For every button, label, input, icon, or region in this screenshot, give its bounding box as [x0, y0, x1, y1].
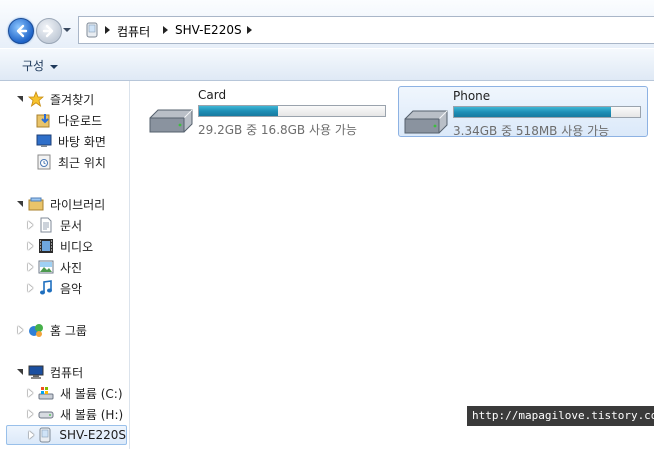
nav-item-pictures[interactable]: 사진	[26, 257, 82, 277]
homegroup-icon	[29, 324, 43, 337]
expand-arrow-icon[interactable]	[27, 430, 35, 440]
address-input[interactable]: 컴퓨터 SHV-E220S	[78, 16, 654, 44]
back-button[interactable]	[8, 18, 34, 44]
drive-usage-bar	[453, 106, 641, 118]
drive-space-info: 29.2GB 중 16.8GB 사용 가능	[198, 123, 357, 137]
nav-item-documents[interactable]: 문서	[26, 215, 82, 235]
recent-places-icon	[37, 154, 51, 170]
document-icon	[40, 217, 52, 233]
nav-item-label: 바탕 화면	[58, 134, 106, 149]
arrow-left-icon	[16, 24, 28, 38]
breadcrumb-separator-icon[interactable]	[163, 26, 168, 34]
nav-item-downloads[interactable]: 다운로드	[36, 110, 102, 130]
nav-item-label: 다운로드	[58, 113, 103, 128]
hard-drive-icon	[149, 109, 193, 133]
arrow-right-icon	[42, 24, 54, 38]
forward-button[interactable]	[36, 18, 62, 44]
nav-item-label: 음악	[60, 281, 83, 296]
computer-icon	[28, 365, 44, 379]
music-note-icon	[40, 280, 52, 295]
breadcrumb-computer[interactable]: 컴퓨터	[117, 23, 150, 40]
collapse-arrow-icon[interactable]	[16, 199, 26, 209]
nav-libraries[interactable]: 라이브러리	[16, 194, 105, 214]
nav-favorites-label: 즐겨찾기	[50, 92, 95, 107]
organize-button[interactable]: 구성	[22, 57, 59, 74]
watermark-url: http://mapagilove.tistory.com	[467, 406, 654, 426]
nav-item-music[interactable]: 음악	[26, 278, 82, 298]
nav-computer-label: 컴퓨터	[50, 365, 84, 380]
desktop-icon	[36, 134, 52, 147]
expand-arrow-icon[interactable]	[26, 241, 36, 251]
collapse-arrow-icon[interactable]	[16, 367, 26, 377]
library-icon	[28, 197, 44, 211]
drive-icon	[38, 411, 54, 419]
drive-usage-fill	[454, 107, 612, 117]
nav-libraries-label: 라이브러리	[50, 197, 106, 212]
command-bar: 구성	[0, 48, 654, 81]
nav-item-label: SHV-E220S	[59, 428, 126, 442]
nav-item-drive-c[interactable]: 새 볼륨 (C:)	[26, 383, 123, 403]
nav-item-recent-places[interactable]: 최근 위치	[36, 152, 106, 172]
nav-item-desktop[interactable]: 바탕 화면	[36, 131, 106, 151]
nav-item-label: 문서	[60, 218, 83, 233]
hard-drive-icon	[404, 110, 448, 134]
nav-item-label: 새 볼륨 (C:)	[60, 386, 123, 401]
nav-homegroup[interactable]: 홈 그룹	[16, 320, 87, 340]
picture-icon	[38, 260, 54, 274]
nav-item-label: 비디오	[60, 239, 94, 254]
organize-label: 구성	[22, 59, 45, 73]
drive-space-info: 3.34GB 중 518MB 사용 가능	[453, 124, 610, 138]
collapse-arrow-icon[interactable]	[16, 94, 26, 104]
expand-arrow-icon[interactable]	[26, 220, 36, 230]
navigation-pane[interactable]: 즐겨찾기 다운로드 바탕 화면 최근 위치 라이브러리 문서 비디오 사진 음악	[0, 81, 130, 449]
chevron-down-icon	[50, 64, 59, 69]
history-dropdown-icon[interactable]	[62, 25, 72, 35]
expand-arrow-icon[interactable]	[16, 325, 26, 335]
drive-tile-card[interactable]: Card 29.2GB 중 16.8GB 사용 가능	[144, 86, 392, 137]
phone-device-icon	[39, 427, 51, 443]
star-icon	[28, 91, 44, 107]
phone-device-icon	[86, 22, 98, 38]
nav-item-label: 새 볼륨 (H:)	[60, 407, 124, 422]
expand-arrow-icon[interactable]	[26, 388, 36, 398]
system-drive-icon	[38, 387, 54, 400]
nav-computer[interactable]: 컴퓨터	[16, 362, 83, 382]
nav-item-label: 최근 위치	[58, 155, 106, 170]
content-area[interactable]: Card 29.2GB 중 16.8GB 사용 가능 Phone 3.34GB …	[130, 81, 654, 449]
film-icon	[39, 239, 53, 253]
drive-tile-phone[interactable]: Phone 3.34GB 중 518MB 사용 가능	[398, 86, 648, 138]
breadcrumb-device[interactable]: SHV-E220S	[175, 23, 242, 37]
expand-arrow-icon[interactable]	[26, 409, 36, 419]
expand-arrow-icon[interactable]	[26, 283, 36, 293]
nav-item-videos[interactable]: 비디오	[26, 236, 93, 256]
nav-item-label: 사진	[60, 260, 83, 275]
drive-name: Phone	[453, 89, 491, 103]
nav-homegroup-label: 홈 그룹	[50, 323, 87, 338]
expand-arrow-icon[interactable]	[26, 262, 36, 272]
breadcrumb-separator-icon[interactable]	[247, 26, 252, 34]
download-folder-icon	[36, 114, 50, 128]
address-bar-region: 컴퓨터 SHV-E220S	[0, 0, 654, 48]
nav-favorites[interactable]: 즐겨찾기	[16, 89, 94, 109]
drive-usage-bar	[198, 105, 386, 117]
nav-item-device[interactable]: SHV-E220S	[6, 425, 127, 445]
nav-item-drive-h[interactable]: 새 볼륨 (H:)	[26, 404, 123, 424]
breadcrumb-separator-icon[interactable]	[105, 26, 110, 34]
drive-usage-fill	[199, 106, 279, 116]
drive-name: Card	[198, 88, 227, 102]
